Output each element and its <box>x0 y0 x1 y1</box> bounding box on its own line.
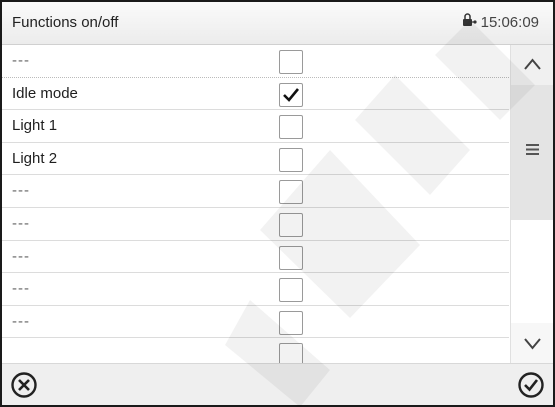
cancel-icon <box>11 372 37 398</box>
list-row[interactable]: --- <box>2 273 509 306</box>
row-checkbox[interactable] <box>279 343 303 363</box>
checkmark-icon <box>283 87 300 102</box>
scroll-down-button[interactable] <box>511 323 553 363</box>
chevron-down-icon <box>524 338 541 350</box>
row-checkbox[interactable] <box>279 82 303 107</box>
clock-time: 15:06:09 <box>480 13 539 31</box>
row-label: Light 2 <box>12 149 58 167</box>
row-checkbox[interactable] <box>279 115 303 140</box>
lock-icon <box>462 13 478 31</box>
list-row-partial[interactable] <box>2 338 509 363</box>
list-row[interactable]: Light 2 <box>2 143 509 176</box>
scroll-up-button[interactable] <box>511 45 553 85</box>
row-checkbox[interactable] <box>279 180 303 205</box>
row-label: --- <box>12 214 30 232</box>
row-label: --- <box>12 312 30 330</box>
row-label: --- <box>12 52 30 69</box>
row-checkbox[interactable] <box>279 245 303 270</box>
row-checkbox[interactable] <box>279 278 303 303</box>
status-clock: 15:06:09 <box>462 13 539 31</box>
row-label: --- <box>12 182 30 200</box>
list-row[interactable]: Light 1 <box>2 110 509 143</box>
row-checkbox[interactable] <box>279 147 303 172</box>
scroll-track[interactable] <box>511 220 553 323</box>
confirm-button[interactable] <box>515 369 547 401</box>
row-label: Light 1 <box>12 117 58 135</box>
list-row[interactable]: --- <box>2 208 509 241</box>
bottom-bar <box>2 363 553 405</box>
title-bar: Functions on/off 15:06:09 <box>2 2 553 45</box>
scrollbar[interactable] <box>510 45 553 363</box>
dialog-window: Functions on/off 15:06:09 --- Idle mode <box>0 0 555 407</box>
confirm-icon <box>518 372 544 398</box>
row-checkbox[interactable] <box>279 212 303 237</box>
cancel-button[interactable] <box>8 369 40 401</box>
functions-list: --- Idle mode Light 1 Light 2 --- --- --… <box>2 45 509 363</box>
row-checkbox[interactable] <box>279 310 303 335</box>
chevron-up-icon <box>524 58 541 70</box>
list-row[interactable]: Idle mode <box>2 78 509 111</box>
row-label: --- <box>12 247 30 265</box>
list-row[interactable]: --- <box>2 241 509 274</box>
list-row[interactable]: --- <box>2 306 509 339</box>
row-label: --- <box>12 280 30 298</box>
row-label: Idle mode <box>12 84 78 102</box>
page-title: Functions on/off <box>12 14 119 31</box>
list-row[interactable]: --- <box>2 45 509 78</box>
menu-icon <box>526 144 539 155</box>
scroll-thumb[interactable] <box>511 85 553 220</box>
row-checkbox[interactable] <box>279 50 303 74</box>
list-row[interactable]: --- <box>2 175 509 208</box>
